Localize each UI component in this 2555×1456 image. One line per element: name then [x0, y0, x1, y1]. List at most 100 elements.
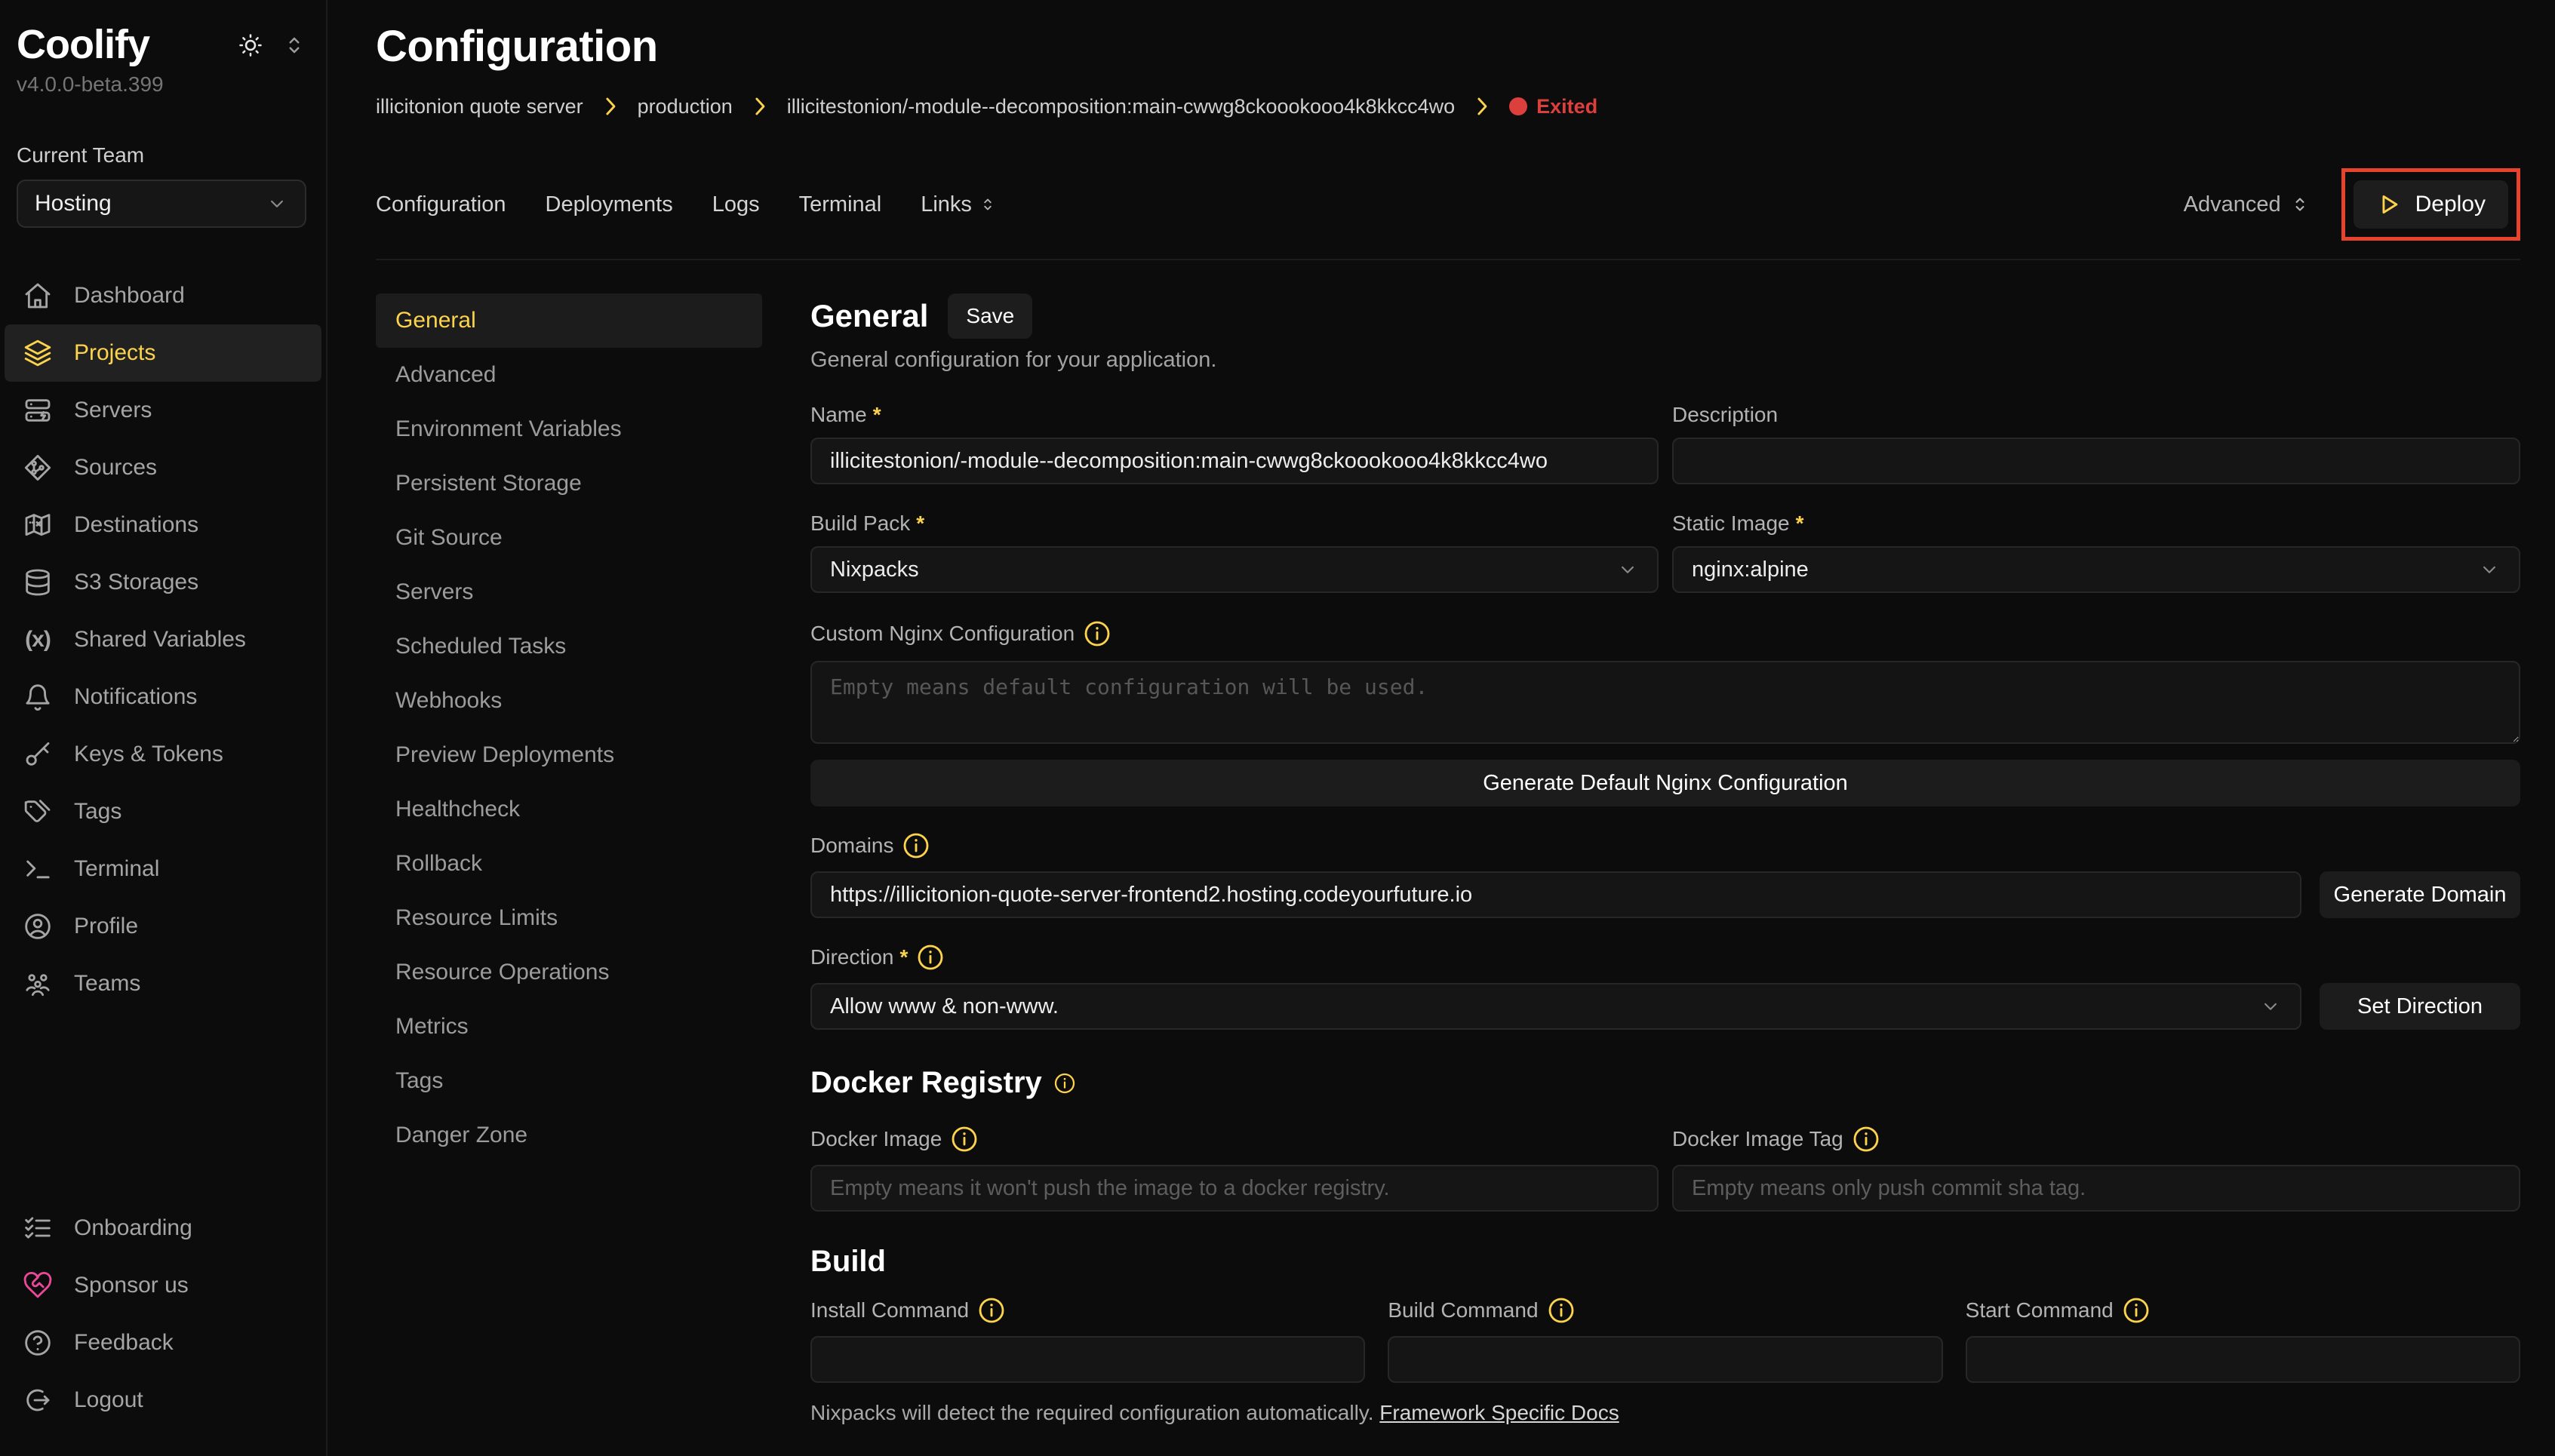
team-select[interactable]: Hosting — [17, 180, 306, 228]
custom-nginx-label: Custom Nginx Configuration — [810, 622, 1075, 646]
subnav-resource-operations[interactable]: Resource Operations — [376, 945, 762, 1000]
tab-configuration[interactable]: Configuration — [376, 192, 506, 217]
help-circle-icon — [23, 1328, 53, 1358]
breadcrumb: illicitonion quote server production ill… — [376, 91, 2520, 121]
subnav-servers[interactable]: Servers — [376, 565, 762, 619]
shared-variables-icon: (x) — [23, 627, 53, 653]
chevron-down-icon — [1616, 558, 1639, 581]
subnav-git-source[interactable]: Git Source — [376, 511, 762, 565]
description-label: Description — [1672, 403, 1778, 427]
sidebar-item-profile[interactable]: Profile — [5, 898, 321, 955]
sidebar-item-destinations[interactable]: Destinations — [5, 496, 321, 554]
custom-nginx-textarea[interactable] — [810, 661, 2520, 744]
tab-terminal[interactable]: Terminal — [799, 192, 882, 217]
sidebar-item-feedback[interactable]: Feedback — [5, 1314, 321, 1372]
sidebar-item-sponsor-us[interactable]: Sponsor us — [5, 1257, 321, 1314]
framework-docs-link[interactable]: Framework Specific Docs — [1379, 1401, 1619, 1424]
info-icon[interactable] — [1851, 1124, 1881, 1154]
description-input[interactable] — [1672, 438, 2520, 484]
subnav-webhooks[interactable]: Webhooks — [376, 674, 762, 728]
subnav-resource-limits[interactable]: Resource Limits — [376, 891, 762, 945]
sidebar: Coolify v4.0.0-beta.399 Current Team Hos… — [0, 0, 327, 1456]
sidebar-item-terminal[interactable]: Terminal — [5, 840, 321, 898]
install-command-input[interactable] — [810, 1336, 1365, 1383]
docker-image-tag-input[interactable] — [1672, 1165, 2520, 1212]
subnav-scheduled-tasks[interactable]: Scheduled Tasks — [376, 619, 762, 674]
generate-nginx-button[interactable]: Generate Default Nginx Configuration — [810, 760, 2520, 806]
chevron-right-icon — [1467, 91, 1497, 121]
layers-icon — [23, 338, 53, 368]
theme-toggle-sun-icon[interactable] — [237, 32, 264, 59]
advanced-dropdown[interactable]: Advanced — [2184, 192, 2311, 217]
subnav-danger-zone[interactable]: Danger Zone — [376, 1108, 762, 1163]
tags-icon — [23, 797, 53, 827]
info-icon[interactable] — [2121, 1295, 2151, 1325]
info-icon[interactable] — [976, 1295, 1007, 1325]
build-command-input[interactable] — [1388, 1336, 1942, 1383]
play-icon — [2376, 192, 2402, 217]
info-icon[interactable] — [1546, 1295, 1576, 1325]
nixpacks-note: Nixpacks will detect the required config… — [810, 1401, 2520, 1425]
sidebar-item-shared-variables[interactable]: (x)Shared Variables — [5, 611, 321, 668]
tab-deployments[interactable]: Deployments — [546, 192, 673, 217]
app-version: v4.0.0-beta.399 — [0, 68, 326, 97]
build-pack-select[interactable]: Nixpacks — [810, 546, 1659, 593]
info-icon[interactable] — [1053, 1071, 1077, 1095]
info-icon[interactable] — [949, 1124, 979, 1154]
sidebar-item-logout[interactable]: Logout — [5, 1372, 321, 1429]
current-team-label: Current Team — [0, 97, 326, 167]
subnav-environment-variables[interactable]: Environment Variables — [376, 402, 762, 456]
info-icon[interactable] — [915, 942, 945, 972]
info-icon[interactable] — [1082, 619, 1112, 649]
breadcrumb-application[interactable]: illicitestonion/-module--decomposition:m… — [787, 95, 1455, 118]
set-direction-button[interactable]: Set Direction — [2320, 983, 2520, 1030]
tab-links[interactable]: Links — [921, 192, 998, 217]
sidebar-item-teams[interactable]: Teams — [5, 955, 321, 1012]
deploy-button[interactable]: Deploy — [2354, 180, 2508, 229]
build-heading: Build — [810, 1245, 886, 1279]
breadcrumb-environment[interactable]: production — [638, 95, 733, 118]
checklist-icon — [23, 1213, 53, 1243]
subnav-tags[interactable]: Tags — [376, 1054, 762, 1108]
subnav-advanced[interactable]: Advanced — [376, 348, 762, 402]
save-button[interactable]: Save — [948, 293, 1032, 339]
sidebar-item-s3-storages[interactable]: S3 Storages — [5, 554, 321, 611]
breadcrumb-project[interactable]: illicitonion quote server — [376, 95, 583, 118]
tab-logs[interactable]: Logs — [712, 192, 760, 217]
name-input[interactable] — [810, 438, 1659, 484]
static-image-select[interactable]: nginx:alpine — [1672, 546, 2520, 593]
key-icon — [23, 739, 53, 769]
bell-icon — [23, 682, 53, 712]
domains-input[interactable] — [810, 871, 2301, 918]
server-icon — [23, 395, 53, 425]
app-logo[interactable]: Coolify — [17, 21, 149, 68]
sidebar-item-dashboard[interactable]: Dashboard — [5, 267, 321, 324]
docker-image-input[interactable] — [810, 1165, 1659, 1212]
sidebar-item-onboarding[interactable]: Onboarding — [5, 1200, 321, 1257]
subnav-preview-deployments[interactable]: Preview Deployments — [376, 728, 762, 782]
users-icon — [23, 969, 53, 999]
static-image-label: Static Image — [1672, 511, 1804, 536]
chevron-down-icon — [266, 192, 288, 215]
sidebar-item-projects[interactable]: Projects — [5, 324, 321, 382]
sidebar-item-sources[interactable]: Sources — [5, 439, 321, 496]
start-command-input[interactable] — [1966, 1336, 2520, 1383]
map-icon — [23, 510, 53, 540]
generate-domain-button[interactable]: Generate Domain — [2320, 871, 2520, 918]
subnav-general[interactable]: General — [376, 293, 762, 348]
main-content: Configuration illicitonion quote server … — [327, 0, 2555, 1456]
docker-image-label: Docker Image — [810, 1127, 942, 1151]
name-label: Name — [810, 403, 881, 427]
sidebar-item-servers[interactable]: Servers — [5, 382, 321, 439]
chevrons-up-down-icon[interactable] — [281, 32, 308, 59]
subnav-rollback[interactable]: Rollback — [376, 837, 762, 891]
sidebar-item-notifications[interactable]: Notifications — [5, 668, 321, 726]
direction-select[interactable]: Allow www & non-www. — [810, 983, 2301, 1030]
build-pack-label: Build Pack — [810, 511, 924, 536]
info-icon[interactable] — [901, 831, 931, 861]
sidebar-item-keys-tokens[interactable]: Keys & Tokens — [5, 726, 321, 783]
sidebar-item-tags[interactable]: Tags — [5, 783, 321, 840]
subnav-healthcheck[interactable]: Healthcheck — [376, 782, 762, 837]
subnav-metrics[interactable]: Metrics — [376, 1000, 762, 1054]
subnav-persistent-storage[interactable]: Persistent Storage — [376, 456, 762, 511]
